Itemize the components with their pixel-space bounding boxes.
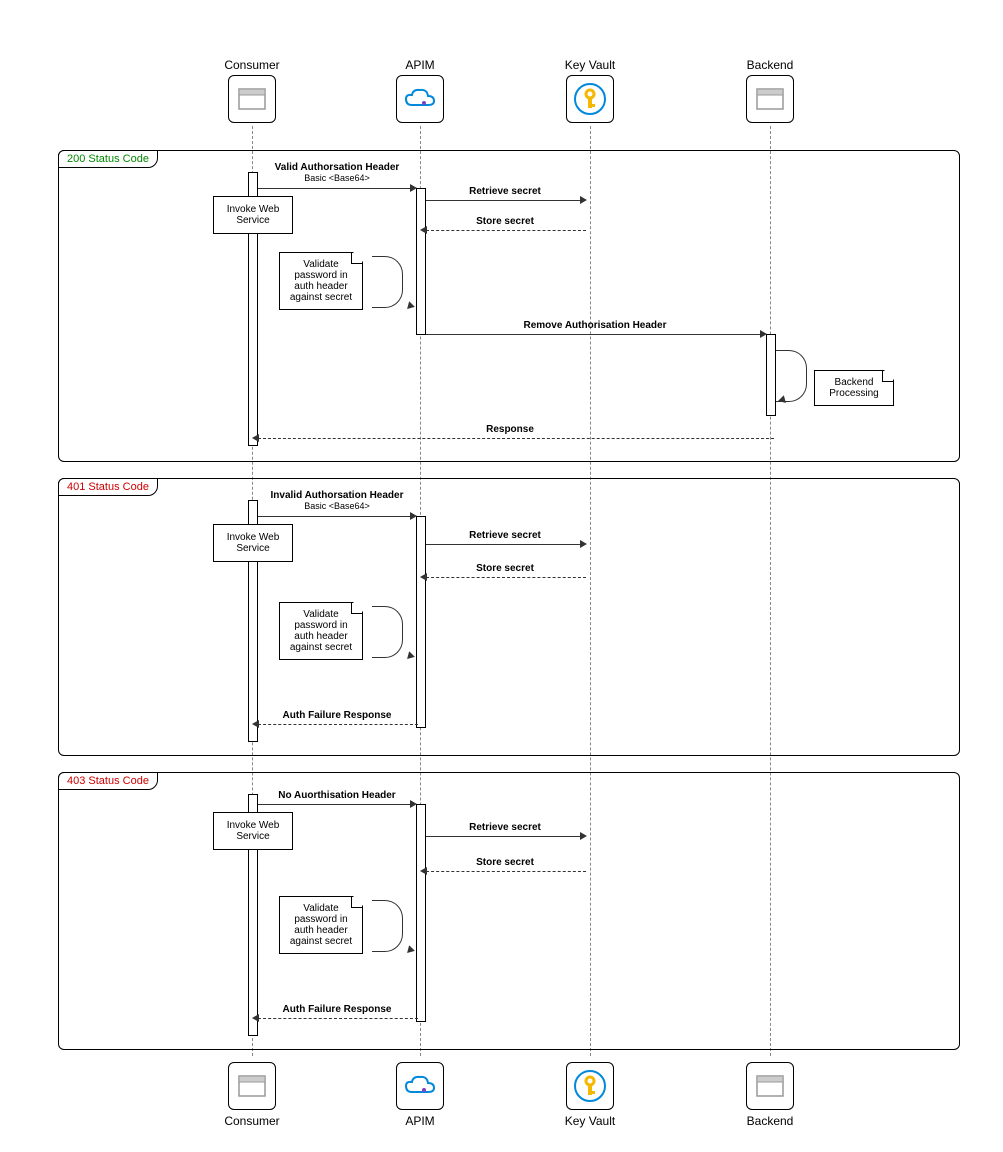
self-message [372,256,403,308]
arrow [258,188,412,189]
msg-remove-auth: Remove Authorisation Header [430,320,760,331]
actor-backend-bottom: Backend [720,1062,820,1128]
actor-consumer-bottom: Consumer [202,1062,302,1128]
arrow-head [580,832,587,840]
msg-auth-fail: Auth Failure Response [260,710,414,721]
note-backend-proc: Backend Processing [814,370,894,406]
arrow [426,230,586,231]
actor-label: APIM [370,58,470,72]
self-message [372,900,403,952]
box-invoke: Invoke Web Service [213,812,293,850]
arrow-head [252,434,259,442]
arrow [426,544,582,545]
arrow [426,200,582,201]
note-validate: Validate password in auth header against… [279,252,363,310]
frame-label-403: 403 Status Code [58,772,158,790]
box-invoke: Invoke Web Service [213,196,293,234]
msg-store: Store secret [430,563,580,574]
actor-label: APIM [370,1114,470,1128]
cloud-icon [396,1062,444,1110]
arrow [426,836,582,837]
arrow-head [252,1014,259,1022]
arrow-head [420,573,427,581]
arrow [258,1018,418,1019]
msg-invalid-header: Invalid Authorsation HeaderBasic <Base64… [260,490,414,512]
activation-apim [416,188,426,335]
msg-retrieve: Retrieve secret [430,186,580,197]
frame-label-200: 200 Status Code [58,150,158,168]
actor-label: Consumer [202,58,302,72]
msg-retrieve: Retrieve secret [430,822,580,833]
arrow [258,804,412,805]
frame-403: 403 Status Code [58,772,960,1050]
msg-store: Store secret [430,857,580,868]
actor-label: Consumer [202,1114,302,1128]
note-validate: Validate password in auth header against… [279,602,363,660]
browser-icon [746,75,794,123]
key-icon [566,1062,614,1110]
box-invoke: Invoke Web Service [213,524,293,562]
msg-auth-fail: Auth Failure Response [260,1004,414,1015]
browser-icon [228,75,276,123]
arrow-head [580,196,587,204]
arrow [258,724,418,725]
frame-label-401: 401 Status Code [58,478,158,496]
msg-valid-header: Valid Authorsation HeaderBasic <Base64> [260,162,414,184]
activation-apim [416,804,426,1022]
actor-consumer-top: Consumer [202,58,302,123]
actor-apim-bottom: APIM [370,1062,470,1128]
browser-icon [228,1062,276,1110]
actor-label: Key Vault [540,1114,640,1128]
arrow-head [580,540,587,548]
actor-apim-top: APIM [370,58,470,123]
frame-401: 401 Status Code [58,478,960,756]
note-validate: Validate password in auth header against… [279,896,363,954]
actor-backend-top: Backend [720,58,820,123]
activation-backend [766,334,776,416]
browser-icon [746,1062,794,1110]
self-message [776,350,807,402]
msg-no-header: No Auorthisation Header [260,790,414,801]
arrow [258,516,412,517]
msg-store: Store secret [430,216,580,227]
arrow-head [420,867,427,875]
arrow [426,871,586,872]
actor-label: Key Vault [540,58,640,72]
actor-label: Backend [720,58,820,72]
cloud-icon [396,75,444,123]
arrow-head [252,720,259,728]
key-icon [566,75,614,123]
actor-keyvault-top: Key Vault [540,58,640,123]
arrow [426,334,762,335]
arrow [426,577,586,578]
arrow-head [420,226,427,234]
arrow [258,438,774,439]
msg-retrieve: Retrieve secret [430,530,580,541]
actor-label: Backend [720,1114,820,1128]
actor-keyvault-bottom: Key Vault [540,1062,640,1128]
self-message [372,606,403,658]
activation-apim [416,516,426,728]
msg-response: Response [260,424,760,435]
